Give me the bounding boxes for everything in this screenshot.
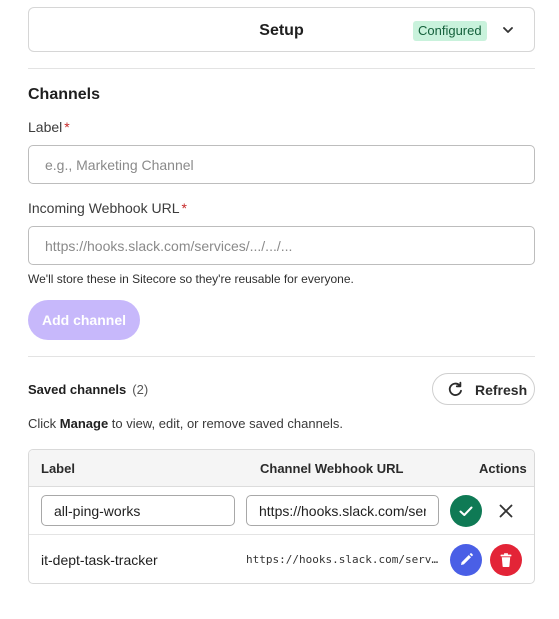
chevron-down-icon[interactable] [501, 23, 515, 37]
table-row [29, 487, 534, 535]
webhook-field-label: Incoming Webhook URL * [28, 200, 187, 216]
status-badge: Configured [413, 21, 487, 41]
row-url-input[interactable] [246, 495, 439, 526]
label-input[interactable] [28, 145, 535, 184]
row-label: it-dept-task-tracker [41, 552, 158, 568]
webhook-field-text: Incoming Webhook URL [28, 200, 180, 216]
webhook-url-input[interactable] [28, 226, 535, 265]
pencil-icon [461, 553, 473, 565]
delete-button[interactable] [490, 544, 522, 576]
required-marker: * [64, 119, 70, 135]
close-icon [499, 504, 513, 518]
confirm-button[interactable] [450, 495, 482, 527]
check-icon [459, 506, 473, 516]
refresh-button[interactable]: Refresh [432, 373, 535, 405]
column-header-label: Label [41, 461, 75, 476]
table-row: it-dept-task-tracker https://hooks.slack… [29, 536, 534, 583]
table-header: Label Channel Webhook URL Actions [29, 450, 534, 487]
cancel-button[interactable] [495, 500, 517, 522]
divider [28, 68, 535, 69]
manage-help-text: Click Manage to view, edit, or remove sa… [28, 416, 343, 431]
saved-channels-count: (2) [132, 382, 149, 397]
saved-channels-heading: Saved channels (2) [28, 382, 148, 397]
help-manage-keyword: Manage [59, 416, 109, 431]
column-header-actions: Actions [479, 461, 527, 476]
column-header-url: Channel Webhook URL [260, 461, 404, 476]
trash-icon [500, 553, 512, 567]
required-marker: * [181, 200, 187, 216]
setup-accordion[interactable]: Setup Configured [28, 7, 535, 52]
label-field-text: Label [28, 119, 63, 135]
row-url: https://hooks.slack.com/services/ [246, 553, 440, 566]
storage-hint: We'll store these in Sitecore so they're… [28, 272, 354, 286]
add-channel-button[interactable]: Add channel [28, 300, 140, 340]
refresh-icon [448, 381, 462, 396]
saved-channels-title: Saved channels [28, 382, 127, 397]
channels-heading: Channels [28, 86, 101, 103]
help-suffix: to view, edit, or remove saved channels. [108, 416, 344, 431]
label-field-label: Label * [28, 119, 70, 135]
saved-channels-table: Label Channel Webhook URL Actions it-dep… [28, 449, 535, 584]
help-prefix: Click [28, 416, 60, 431]
edit-button[interactable] [450, 544, 482, 576]
refresh-label: Refresh [475, 382, 528, 398]
divider [28, 356, 535, 357]
row-label-input[interactable] [41, 495, 235, 526]
